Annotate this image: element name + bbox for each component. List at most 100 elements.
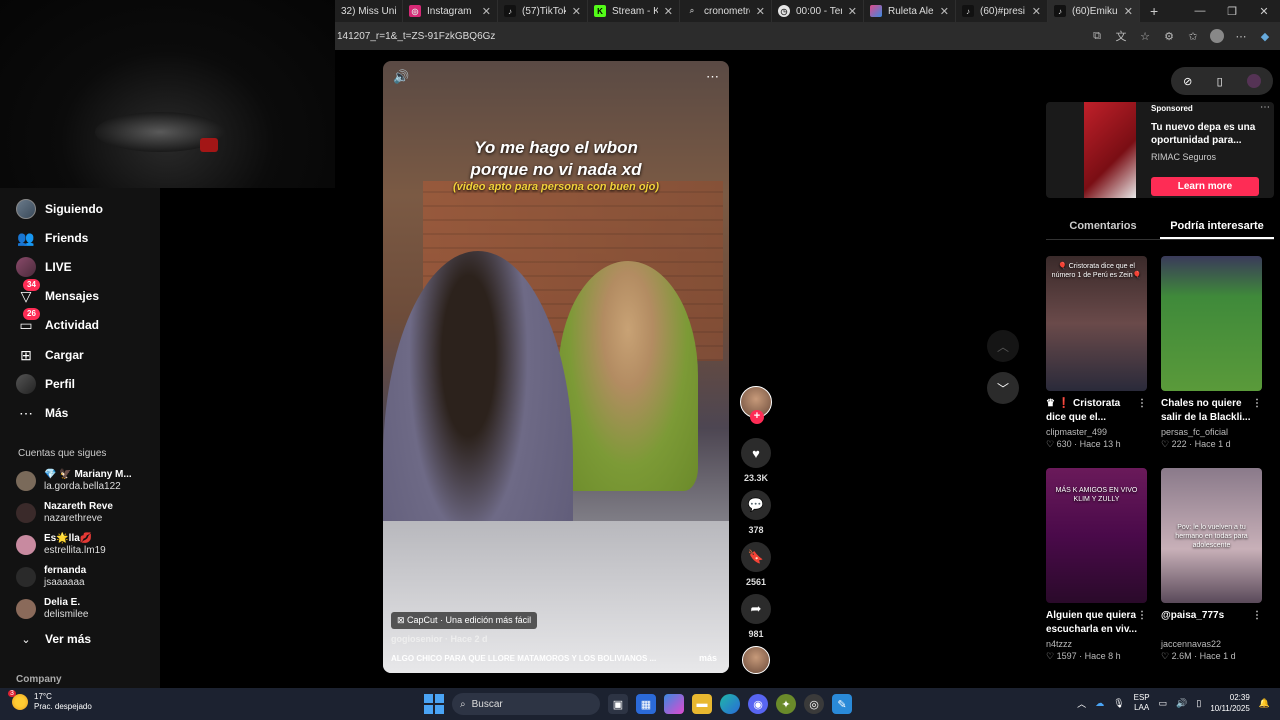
app-icon[interactable]: ✦	[776, 694, 796, 714]
company-link[interactable]: Company	[16, 674, 62, 685]
app-icon[interactable]: ✎	[832, 694, 852, 714]
translate-icon[interactable]: 文	[1114, 28, 1128, 44]
close-icon[interactable]: ✕	[940, 5, 949, 18]
sound-avatar-button[interactable]	[740, 646, 772, 674]
comment-button[interactable]: 💬 378	[740, 490, 772, 535]
chevron-up-icon[interactable]: ︿	[1077, 697, 1086, 710]
onedrive-icon[interactable]: ☁	[1095, 698, 1104, 709]
save-button[interactable]: 🔖 2561	[740, 542, 772, 587]
card-author[interactable]: persas_fc_oficial	[1161, 427, 1262, 437]
card-author[interactable]: n4tzzz	[1046, 639, 1147, 649]
volume-icon[interactable]: 🔊	[1176, 698, 1187, 709]
minimize-icon[interactable]: —	[1184, 0, 1216, 22]
clock[interactable]: 02:39 10/11/2025	[1210, 692, 1249, 714]
browser-tab[interactable]: ♪ (57)TikTok - M ✕	[498, 0, 588, 22]
address-bar[interactable]: 141207_r=1&_t=ZS-91FzkGBQ6Gz ⧉ 文 ☆ ⚙ ✩ ⋯…	[335, 22, 1280, 50]
close-icon[interactable]: ✕	[572, 5, 581, 18]
edge-icon[interactable]	[720, 694, 740, 714]
favorite-star-icon[interactable]: ☆	[1138, 30, 1152, 43]
browser-profile-avatar[interactable]	[1210, 29, 1224, 43]
sponsored-ad[interactable]: Sponsored ⋯ Tu nuevo depa es una oportun…	[1046, 102, 1274, 198]
card-options-icon[interactable]: ⋮	[1137, 397, 1147, 411]
followed-account[interactable]: fernanda jsaaaaaa	[16, 565, 86, 589]
previous-video-button[interactable]: ︿	[987, 330, 1019, 362]
sidebar-item-profile[interactable]: Perfil	[16, 372, 75, 396]
ad-options-icon[interactable]: ⋯	[1260, 102, 1270, 113]
close-icon[interactable]: ✕	[1124, 5, 1133, 18]
sidebar-item-live[interactable]: LIVE	[16, 255, 72, 279]
url-text[interactable]: 141207_r=1&_t=ZS-91FzkGBQ6Gz	[337, 31, 495, 42]
taskbar-search[interactable]: ⌕ Buscar	[452, 693, 600, 715]
close-icon[interactable]: ✕	[756, 5, 765, 18]
device-icon[interactable]: ▯	[1217, 75, 1223, 88]
sidebar-item-activity[interactable]: ▭ 26 Actividad	[16, 308, 99, 337]
description-more-button[interactable]: más	[699, 653, 717, 663]
store-icon[interactable]: ▦	[636, 694, 656, 714]
sidebar-item-upload[interactable]: ⊞ Cargar	[16, 343, 84, 367]
battery-icon[interactable]: ▯	[1196, 698, 1201, 709]
microphone-icon[interactable]: 🎙	[1113, 698, 1124, 709]
close-icon[interactable]: ✕	[482, 5, 491, 18]
compass-icon[interactable]: ⊘	[1183, 75, 1192, 88]
video-player[interactable]: 🔊 ⋯ Yo me hago el wbon porque no vi nada…	[383, 61, 729, 673]
tab-suggested[interactable]: Podría interesarte	[1160, 216, 1274, 239]
volume-icon[interactable]: 🔊	[393, 69, 409, 85]
user-avatar[interactable]	[1246, 74, 1261, 88]
language-indicator[interactable]: ESP LAA	[1134, 693, 1150, 713]
close-icon[interactable]: ✕	[848, 5, 857, 18]
followed-account[interactable]: Delia E. delismilee	[16, 597, 88, 621]
close-icon[interactable]: ✕	[664, 5, 673, 18]
discord-icon[interactable]: ◉	[748, 694, 768, 714]
weather-widget[interactable]: 3 17°C Prac. despejado	[8, 690, 92, 712]
like-button[interactable]: ♥ 23.3K	[740, 438, 772, 483]
maximize-icon[interactable]: ❐	[1216, 0, 1248, 22]
open-in-app-icon[interactable]: ⧉	[1090, 30, 1104, 43]
sidebar-item-more[interactable]: ⋯ Más	[16, 401, 68, 425]
learn-more-button[interactable]: Learn more	[1151, 177, 1259, 196]
menu-dots-icon[interactable]: ⋯	[1234, 30, 1248, 43]
copilot-app-icon[interactable]	[664, 694, 684, 714]
browser-tab[interactable]: 32) Miss Uni	[335, 0, 403, 22]
see-more-button[interactable]: ⌄ Ver más	[16, 627, 91, 651]
obs-icon[interactable]: ◎	[804, 694, 824, 714]
close-icon[interactable]: ✕	[1032, 5, 1041, 18]
next-video-button[interactable]: ﹀	[987, 372, 1019, 404]
card-options-icon[interactable]: ⋮	[1252, 397, 1262, 411]
browser-tab[interactable]: ◷ 00:00 - Tempo ✕	[772, 0, 864, 22]
card-author[interactable]: jaccennavas22	[1161, 639, 1262, 649]
card-options-icon[interactable]: ⋮	[1252, 609, 1262, 623]
sidebar-item-messages[interactable]: ▽ 34 Mensajes	[16, 279, 99, 308]
share-button[interactable]: ➦ 981	[740, 594, 772, 639]
browser-tab[interactable]: K Stream - Kick ✕	[588, 0, 680, 22]
new-tab-icon[interactable]: +	[1140, 3, 1168, 19]
suggested-video-card[interactable]: MÁS K AMIGOS EN VIVO KLIM Y ZULLY Alguie…	[1046, 468, 1147, 662]
followed-account[interactable]: Nazareth Reve nazarethreve	[16, 501, 113, 525]
browser-tab[interactable]: ♪ (60)#presi #m ✕	[956, 0, 1048, 22]
close-window-icon[interactable]: ✕	[1248, 0, 1280, 22]
copilot-icon[interactable]: ◆	[1258, 30, 1272, 43]
notifications-icon[interactable]: 🔔	[1259, 698, 1270, 709]
follow-plus-icon[interactable]: +	[750, 410, 764, 424]
browser-tab-active[interactable]: ♪ (60)Emikukis ✕	[1048, 0, 1140, 22]
sidebar-item-friends[interactable]: 👥 Friends	[16, 226, 88, 250]
suggested-video-card[interactable]: 🎈 Cristorata dice que el número 1 de Per…	[1046, 256, 1147, 450]
followed-account[interactable]: Es🌟lla💋 estrellita.lm19	[16, 533, 106, 557]
windows-start-icon[interactable]	[424, 694, 444, 714]
tab-comments[interactable]: Comentarios	[1046, 216, 1160, 239]
favorites-icon[interactable]: ✩	[1186, 30, 1200, 43]
network-icon[interactable]: ▭	[1159, 698, 1168, 709]
creator-avatar-button[interactable]: +	[740, 386, 772, 426]
task-view-icon[interactable]: ▣	[608, 694, 628, 714]
card-author[interactable]: clipmaster_499	[1046, 427, 1147, 437]
file-explorer-icon[interactable]: ▬	[692, 694, 712, 714]
sidebar-item-following[interactable]: Siguiendo	[16, 197, 103, 221]
suggested-video-card[interactable]: Chales no quiere salir de la Blackli... ⋮…	[1161, 256, 1262, 450]
suggested-video-card[interactable]: Pov: le lo vuelven a tu hermano en todas…	[1161, 468, 1262, 662]
browser-tab[interactable]: ◎ Instagram ✕	[403, 0, 498, 22]
video-options-icon[interactable]: ⋯	[706, 69, 719, 85]
followed-account[interactable]: 💎 🦅 Mariany M... la.gorda.bella122	[16, 469, 132, 493]
browser-tab[interactable]: Ruleta Aleato ✕	[864, 0, 956, 22]
video-author[interactable]: gogiosenior · Hace 2 d	[391, 634, 488, 644]
extensions-icon[interactable]: ⚙	[1162, 30, 1176, 43]
card-options-icon[interactable]: ⋮	[1137, 609, 1147, 623]
